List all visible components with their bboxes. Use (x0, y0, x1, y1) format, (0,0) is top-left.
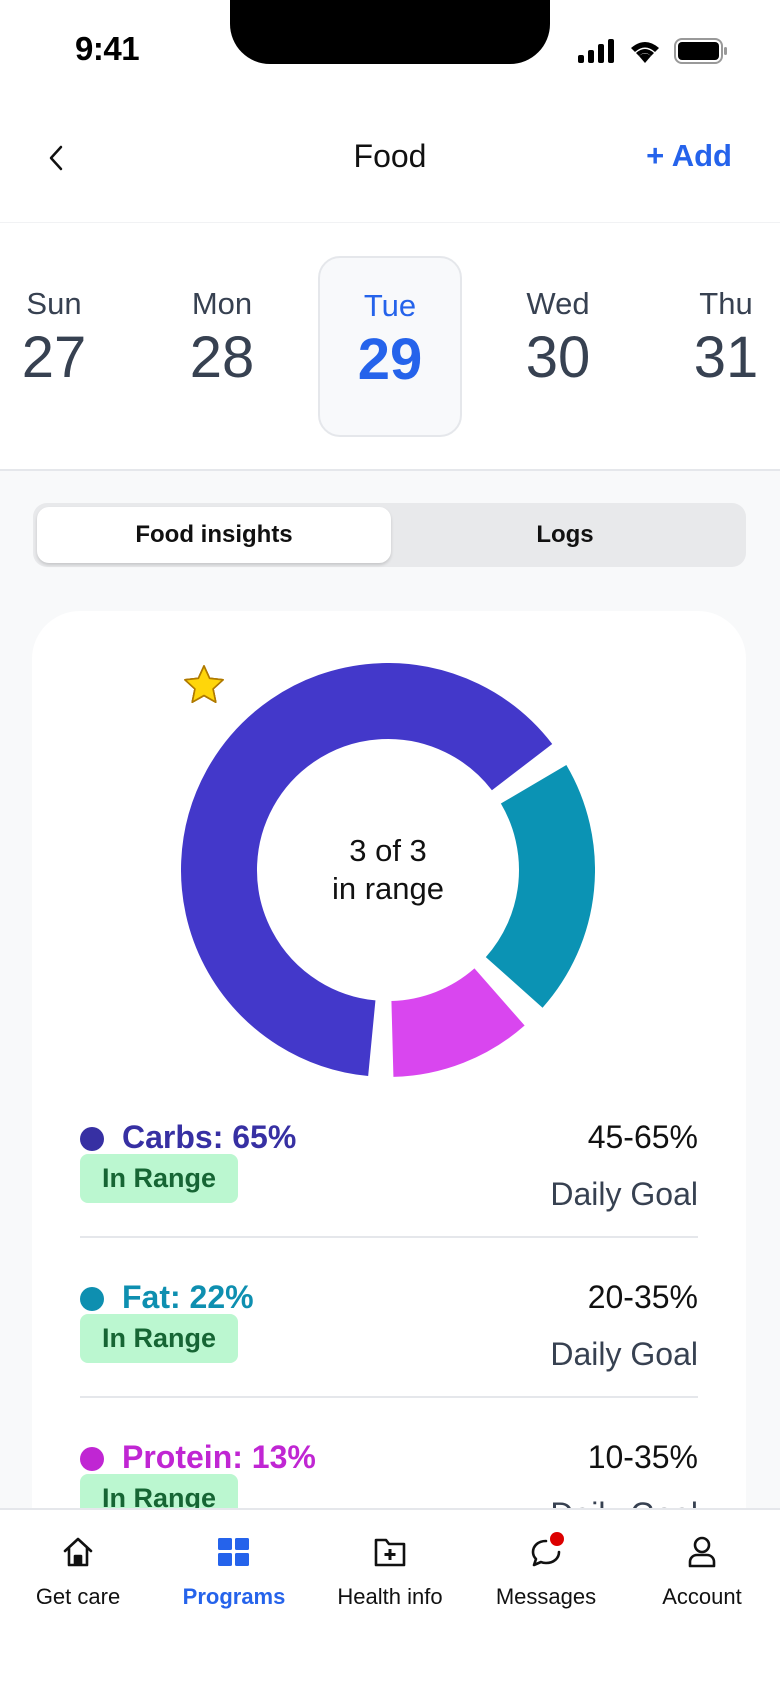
star-icon (184, 665, 224, 703)
tab-messages[interactable]: Messages (468, 1532, 624, 1622)
day-name: Sun (26, 286, 82, 321)
date-item-wed[interactable]: Wed 30 (486, 256, 630, 437)
status-bar: 9:41 (0, 0, 780, 100)
goal-label: Daily Goal (550, 1176, 698, 1212)
macro-label: Fat: 22% (122, 1279, 254, 1315)
content-area: Food insights Logs 3 of 3 in range Carbs… (0, 471, 780, 1508)
bottom-tab-bar: Get care Programs Health info Messages A… (0, 1508, 780, 1688)
date-item-tue[interactable]: Tue 29 (318, 256, 462, 437)
folder-plus-icon (370, 1532, 410, 1572)
goal-label: Daily Goal (550, 1336, 698, 1372)
tab-programs[interactable]: Programs (156, 1532, 312, 1622)
device-notch (230, 0, 550, 64)
tab-label: Messages (495, 1584, 597, 1609)
tab-label: Health info (337, 1584, 443, 1609)
tab-label: Programs (182, 1584, 286, 1609)
status-icons (578, 38, 728, 64)
legend-dot (80, 1287, 104, 1311)
status-badge: In Range (80, 1314, 238, 1363)
tab-account[interactable]: Account (624, 1532, 780, 1622)
macro-label: Protein: 13% (122, 1439, 316, 1475)
day-name: Wed (526, 286, 590, 321)
segmented-control: Food insights Logs (33, 503, 746, 567)
day-name: Thu (699, 286, 753, 321)
macro-row-fat: Fat: 22% In Range 20-35% Daily Goal (80, 1261, 698, 1421)
macro-row-protein: Protein: 13% In Range 10-35% Daily Goal (80, 1421, 698, 1508)
macro-row-carbs: Carbs: 65% In Range 45-65% Daily Goal (80, 1101, 698, 1261)
goal-range: 45-65% (587, 1119, 698, 1155)
macro-label: Carbs: 65% (122, 1119, 297, 1155)
macro-donut-chart: 3 of 3 in range (181, 663, 595, 1077)
add-button[interactable]: + Add (646, 138, 732, 174)
battery-icon (674, 38, 727, 64)
goal-range: 20-35% (587, 1279, 698, 1315)
tab-health-info[interactable]: Health info (312, 1532, 468, 1622)
legend-dot (80, 1127, 104, 1151)
date-item-sun[interactable]: Sun 27 (0, 256, 126, 437)
date-strip: Sun 27 Mon 28 Tue 29 Wed 30 Thu 31 (0, 223, 780, 471)
wifi-icon (631, 42, 659, 63)
food-insights-card: 3 of 3 in range Carbs: 65% In Range 45-6… (32, 611, 746, 1508)
day-number: 28 (189, 325, 255, 390)
day-number: 30 (525, 325, 591, 390)
person-icon (682, 1532, 722, 1572)
chat-bubble-icon (526, 1532, 566, 1572)
tab-label: Account (662, 1584, 742, 1609)
goal-range: 10-35% (587, 1439, 698, 1475)
in-range-count: 3 of 3 (349, 833, 427, 868)
legend-dot (80, 1447, 104, 1471)
tab-food-insights[interactable]: Food insights (37, 507, 391, 563)
in-range-label: in range (331, 871, 445, 906)
home-icon (58, 1532, 98, 1572)
tab-get-care[interactable]: Get care (0, 1532, 156, 1622)
day-name: Tue (363, 288, 417, 323)
status-badge: In Range (80, 1154, 238, 1203)
grid-icon (214, 1532, 254, 1572)
tab-logs[interactable]: Logs (388, 507, 742, 563)
cellular-signal-icon (578, 39, 614, 63)
goal-label: Daily Goal (550, 1496, 698, 1508)
donut-center: 3 of 3 in range (181, 663, 595, 1077)
divider (80, 1396, 698, 1398)
day-number: 31 (693, 325, 759, 390)
status-time: 9:41 (75, 30, 140, 67)
date-item-mon[interactable]: Mon 28 (150, 256, 294, 437)
divider (80, 1236, 698, 1238)
nav-header: Food + Add (0, 100, 780, 223)
notification-badge (550, 1532, 564, 1546)
day-number: 27 (21, 325, 87, 390)
day-number: 29 (357, 327, 423, 392)
tab-label: Get care (35, 1584, 121, 1609)
date-item-thu[interactable]: Thu 31 (654, 256, 780, 437)
status-badge: In Range (80, 1474, 238, 1508)
day-name: Mon (191, 286, 253, 321)
